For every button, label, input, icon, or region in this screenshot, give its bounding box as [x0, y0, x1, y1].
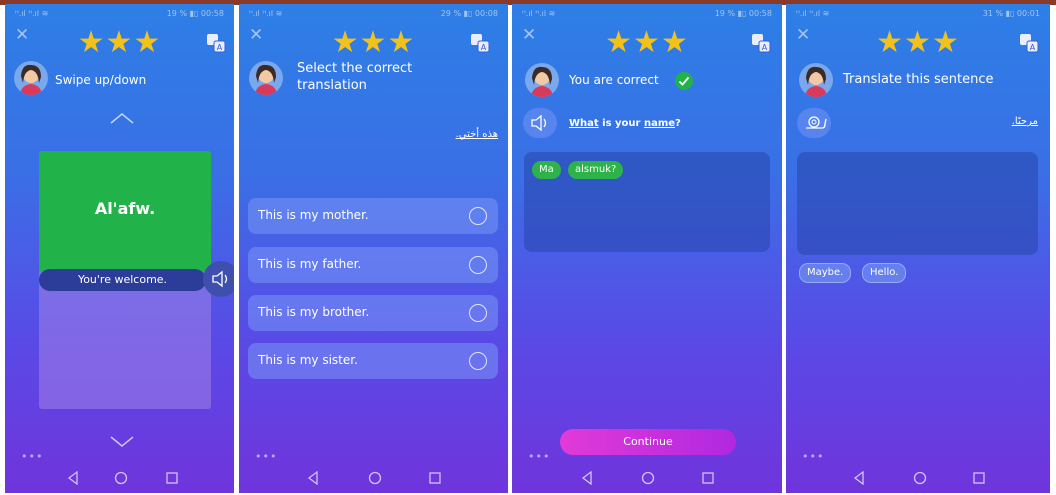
sentence-word-name[interactable]: name	[644, 118, 675, 129]
answer-option[interactable]: This is my sister.	[248, 343, 498, 379]
sentence-to-translate: What is your name?	[569, 116, 681, 132]
chevron-up-icon[interactable]	[110, 112, 134, 124]
option-label: This is my mother.	[258, 208, 369, 222]
android-nav-bar	[512, 471, 782, 487]
radio-button[interactable]	[469, 304, 487, 322]
home-icon[interactable]	[114, 471, 128, 485]
answer-option[interactable]: This is my brother.	[248, 295, 498, 331]
answer-option[interactable]: This is my father.	[248, 247, 498, 283]
radio-button[interactable]	[469, 207, 487, 225]
translate-icon[interactable]: A	[1019, 33, 1039, 53]
option-label: This is my brother.	[258, 305, 370, 319]
answer-area[interactable]: Ma alsmuk?	[524, 152, 770, 252]
sentence-text: is your	[598, 118, 644, 129]
word-bank-chip[interactable]: Maybe.	[799, 263, 852, 283]
star-rating: ★★★	[331, 25, 416, 60]
battery-time: 31 % ▮▯ 00:01	[982, 9, 1040, 18]
sentence-punct: ?	[675, 118, 681, 129]
option-label: This is my father.	[258, 257, 362, 271]
answer-area[interactable]	[797, 152, 1038, 255]
android-nav-bar	[239, 471, 508, 487]
back-icon[interactable]	[853, 471, 865, 485]
star-rating: ★★★	[605, 25, 689, 60]
battery-time: 29 % ▮▯ 00:08	[440, 9, 498, 18]
svg-text:A: A	[1030, 43, 1036, 52]
translate-icon[interactable]: A	[470, 33, 490, 53]
more-dots[interactable]: •••	[802, 450, 824, 463]
continue-button[interactable]: Continue	[560, 429, 736, 455]
more-dots[interactable]: •••	[21, 450, 43, 463]
chevron-down-icon[interactable]	[110, 436, 134, 448]
status-bar: ᴴ.ıl ᴴ.ıl ≋ 29 % ▮▯ 00:08	[239, 7, 508, 21]
phone-screen-swipe: ᴴ.ıl ᴴ.ıl ≋ 19 % ▮▯ 00:58 ✕ ★★★ A Swipe …	[5, 4, 234, 493]
star-rating: ★★★	[77, 25, 162, 60]
phone-screen-correct: ᴴ.ıl ᴴ.ıl ≋ 19 % ▮▯ 00:58 ✕ ★★★ A You ar…	[512, 4, 782, 493]
status-bar: ᴴ.ıl ᴴ.ıl ≋ 19 % ▮▯ 00:58	[5, 7, 234, 21]
arabic-sentence[interactable]: مرحبًا.	[1012, 116, 1038, 127]
avatar	[799, 63, 833, 97]
recents-icon[interactable]	[972, 471, 986, 485]
answer-chip[interactable]: Ma	[532, 161, 561, 179]
avatar	[249, 61, 283, 95]
home-icon[interactable]	[641, 471, 655, 485]
instruction-text: Swipe up/down	[55, 73, 147, 87]
snail-icon	[806, 116, 827, 129]
radio-button[interactable]	[469, 352, 487, 370]
more-dots[interactable]: •••	[528, 450, 550, 463]
radio-button[interactable]	[469, 256, 487, 274]
back-icon[interactable]	[67, 471, 79, 485]
speaker-icon	[531, 114, 547, 132]
instruction-text: Translate this sentence	[843, 72, 994, 87]
svg-text:A: A	[217, 43, 223, 52]
home-icon[interactable]	[368, 471, 382, 485]
signal-indicator: ᴴ.ıl ᴴ.ıl ≋	[15, 9, 49, 18]
battery-time: 19 % ▮▯ 00:58	[714, 9, 772, 18]
speaker-icon	[212, 270, 228, 288]
flashcard-front[interactable]: Al'afw.	[39, 151, 211, 271]
recents-icon[interactable]	[165, 471, 179, 485]
phone-screen-select: ᴴ.ıl ᴴ.ıl ≋ 29 % ▮▯ 00:08 ✕ ★★★ A Select…	[239, 4, 508, 493]
svg-text:A: A	[481, 43, 487, 52]
signal-indicator: ᴴ.ıl ᴴ.ıl ≋	[796, 9, 830, 18]
star-rating: ★★★	[876, 25, 960, 60]
translate-icon[interactable]: A	[751, 33, 771, 53]
android-nav-bar	[5, 471, 234, 487]
avatar	[14, 61, 48, 95]
arabic-sentence[interactable]: هذه أختي.	[456, 129, 498, 140]
avatar	[525, 63, 559, 97]
answer-option[interactable]: This is my mother.	[248, 198, 498, 234]
back-icon[interactable]	[581, 471, 593, 485]
flashcard-translation: You're welcome.	[39, 269, 206, 291]
instruction-line-1: Select the correct	[297, 61, 413, 76]
instruction-line-2: translation	[297, 78, 367, 93]
recents-icon[interactable]	[428, 471, 442, 485]
speaker-button[interactable]	[523, 108, 557, 138]
status-bar: ᴴ.ıl ᴴ.ıl ≋ 19 % ▮▯ 00:58	[512, 7, 782, 21]
battery-time: 19 % ▮▯ 00:58	[166, 9, 224, 18]
more-dots[interactable]: •••	[255, 450, 277, 463]
slow-audio-button[interactable]	[797, 108, 831, 138]
translate-icon[interactable]: A	[206, 33, 226, 53]
word-bank-chip[interactable]: Hello.	[862, 263, 907, 283]
android-nav-bar	[786, 471, 1050, 487]
phone-screen-translate: ᴴ.ıl ᴴ.ıl ≋ 31 % ▮▯ 00:01 ✕ ★★★ A Transl…	[786, 4, 1050, 493]
flashcard-back[interactable]	[39, 271, 211, 409]
home-icon[interactable]	[913, 471, 927, 485]
signal-indicator: ᴴ.ıl ᴴ.ıl ≋	[522, 9, 556, 18]
speaker-button[interactable]	[203, 261, 234, 297]
svg-text:A: A	[762, 43, 768, 52]
feedback-text: You are correct	[569, 73, 659, 87]
signal-indicator: ᴴ.ıl ᴴ.ıl ≋	[249, 9, 283, 18]
answer-chip[interactable]: alsmuk?	[568, 161, 624, 179]
status-bar: ᴴ.ıl ᴴ.ıl ≋ 31 % ▮▯ 00:01	[786, 7, 1050, 21]
recents-icon[interactable]	[701, 471, 715, 485]
option-label: This is my sister.	[258, 353, 358, 367]
check-icon	[675, 72, 693, 90]
flashcard-word: Al'afw.	[94, 199, 156, 218]
sentence-word-what[interactable]: What	[569, 118, 599, 129]
back-icon[interactable]	[307, 471, 319, 485]
